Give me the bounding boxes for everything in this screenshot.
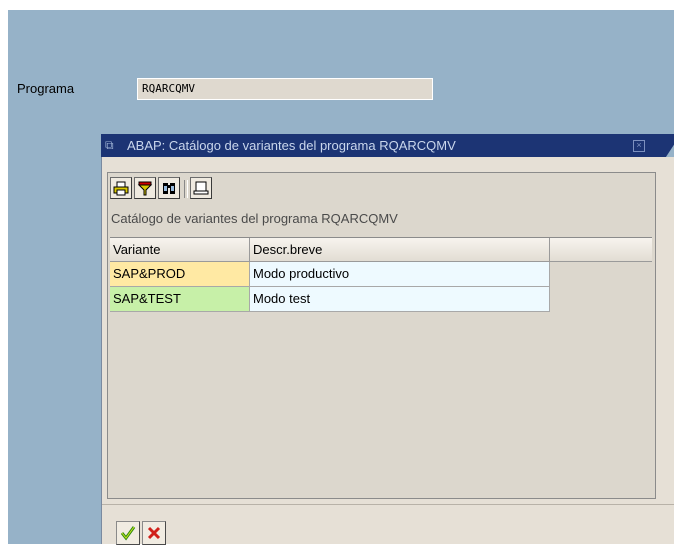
column-header-variante[interactable]: Variante xyxy=(110,238,250,262)
programa-input[interactable]: RQARCQMV xyxy=(137,78,433,100)
filter-button[interactable] xyxy=(134,177,156,199)
print-button[interactable] xyxy=(110,177,132,199)
variant-table: Variante Descr.breve SAP&PROD Modo produ… xyxy=(110,237,652,496)
catalog-title: Catálogo de variantes del programa RQARC… xyxy=(111,211,398,226)
footer-divider xyxy=(102,504,674,505)
page-view-button[interactable] xyxy=(190,177,212,199)
window-icon: ⧉ xyxy=(105,138,114,152)
dialog-body: Catálogo de variantes del programa RQARC… xyxy=(101,157,674,545)
cell-descr[interactable]: Modo productivo xyxy=(250,262,550,287)
programa-label: Programa xyxy=(17,81,75,96)
variant-catalog-dialog: ⧉ ABAP: Catálogo de variantes del progra… xyxy=(101,134,674,545)
page-icon xyxy=(193,181,209,195)
column-header-empty xyxy=(550,238,652,262)
cell-descr[interactable]: Modo test xyxy=(250,287,550,312)
dialog-titlebar: ⧉ ABAP: Catálogo de variantes del progra… xyxy=(101,134,674,157)
find-icon xyxy=(163,183,175,194)
filter-icon xyxy=(137,181,153,196)
close-icon[interactable]: × xyxy=(633,140,645,152)
find-button[interactable] xyxy=(158,177,180,199)
confirm-check-icon xyxy=(120,526,136,541)
column-header-descr[interactable]: Descr.breve xyxy=(250,238,550,262)
print-icon xyxy=(113,181,129,196)
cell-variante[interactable]: SAP&PROD xyxy=(110,262,250,287)
toolbar-separator xyxy=(184,180,188,198)
confirm-button[interactable] xyxy=(116,521,140,545)
cell-variante[interactable]: SAP&TEST xyxy=(110,287,250,312)
cancel-button[interactable] xyxy=(142,521,166,545)
dialog-title: ABAP: Catálogo de variantes del programa… xyxy=(127,138,456,153)
cancel-x-icon xyxy=(147,526,161,540)
